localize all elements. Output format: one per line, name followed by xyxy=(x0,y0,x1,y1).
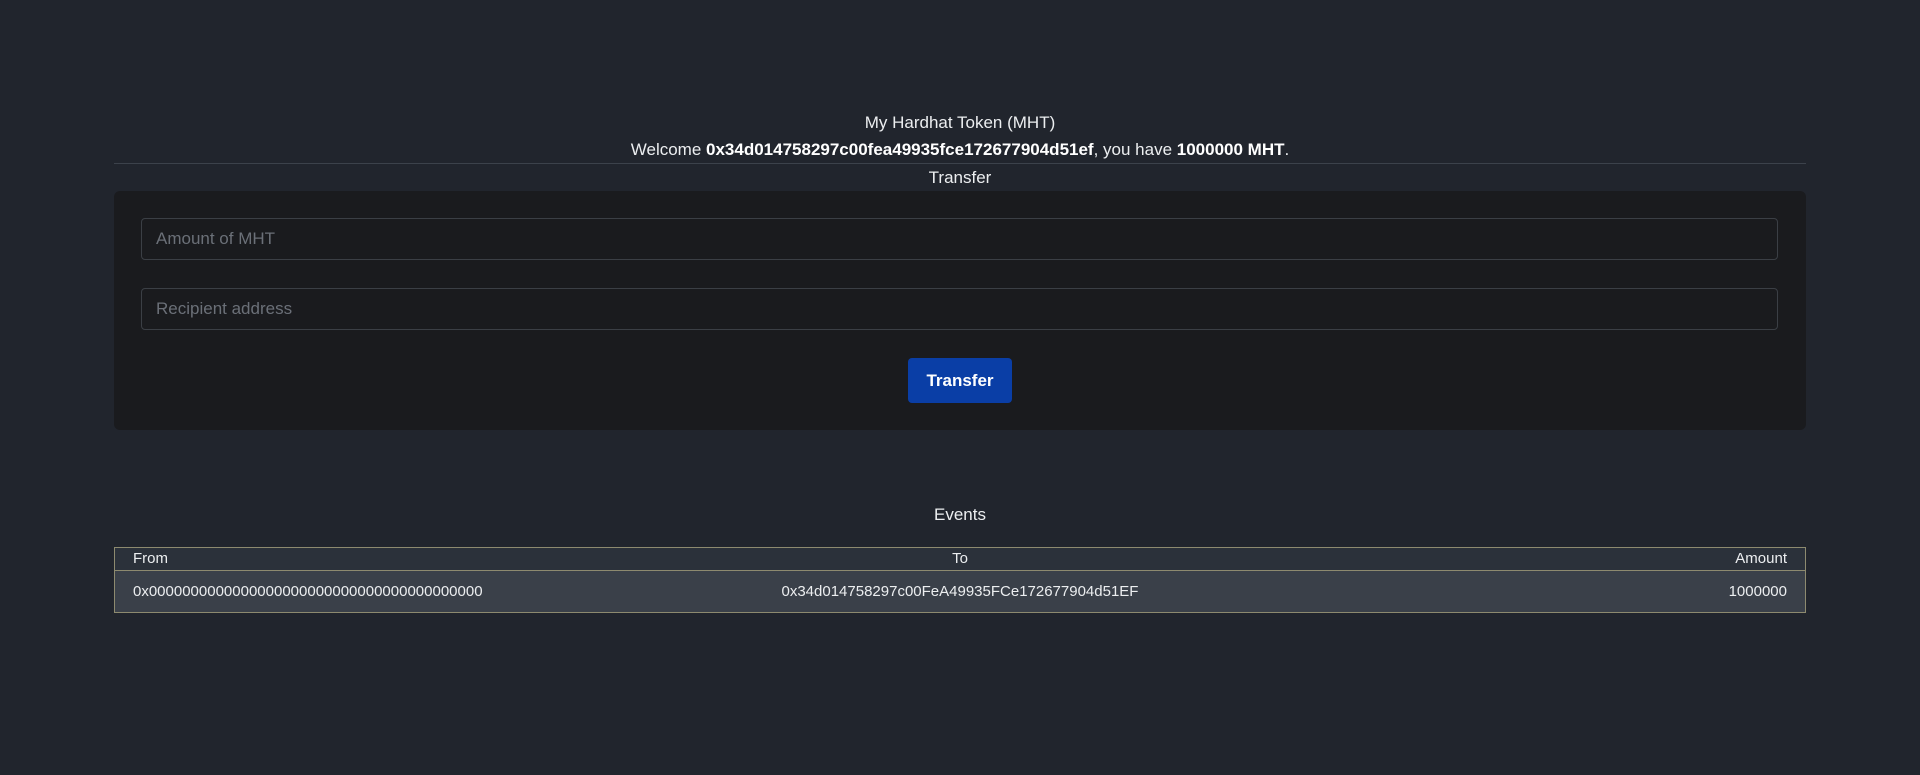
welcome-middle: , you have xyxy=(1093,140,1177,159)
account-address: 0x34d014758297c00fea49935fce172677904d51… xyxy=(706,140,1094,159)
events-table-header: From To Amount xyxy=(114,547,1806,571)
event-from-cell: 0x00000000000000000000000000000000000000… xyxy=(133,583,483,600)
events-section-title: Events xyxy=(934,505,986,524)
table-row: 0x00000000000000000000000000000000000000… xyxy=(114,570,1806,613)
token-balance: 1000000 MHT xyxy=(1176,140,1285,159)
welcome-message: Welcome 0x34d014758297c00fea49935fce1726… xyxy=(114,136,1806,163)
welcome-suffix: . xyxy=(1284,140,1290,159)
column-header-amount: Amount xyxy=(1735,550,1787,567)
amount-input[interactable] xyxy=(141,218,1778,260)
transfer-form: Transfer xyxy=(114,191,1806,430)
token-header: My Hardhat Token (MHT) Welcome 0x34d0147… xyxy=(114,110,1806,163)
welcome-prefix: Welcome xyxy=(630,140,707,159)
token-title: My Hardhat Token (MHT) xyxy=(864,113,1056,132)
column-header-from: From xyxy=(133,550,168,567)
app-page: My Hardhat Token (MHT) Welcome 0x34d0147… xyxy=(0,0,1920,775)
events-table: From To Amount 0x00000000000000000000000… xyxy=(114,547,1806,613)
header-divider xyxy=(114,163,1806,164)
event-amount-cell: 1000000 xyxy=(1728,583,1787,600)
events-table-body: 0x00000000000000000000000000000000000000… xyxy=(114,570,1806,613)
event-to-cell: 0x34d014758297c00FeA49935FCe172677904d51… xyxy=(781,583,1139,600)
transfer-section-title: Transfer xyxy=(928,168,992,187)
events-header-row: From To Amount xyxy=(114,547,1806,571)
recipient-address-input[interactable] xyxy=(141,288,1778,330)
transfer-button[interactable]: Transfer xyxy=(908,358,1012,403)
column-header-to: To xyxy=(952,550,968,567)
